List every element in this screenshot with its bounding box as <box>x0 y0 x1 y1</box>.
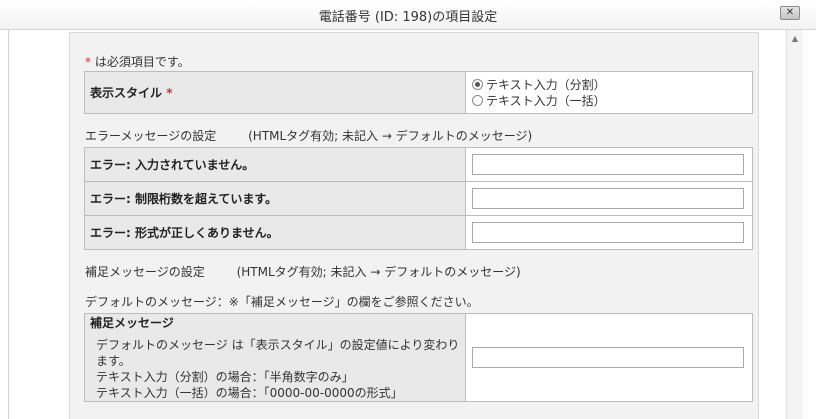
error-section-title: エラーメッセージの設定 <box>85 129 217 143</box>
display-style-label: 表示スタイル * <box>84 71 466 114</box>
supplement-message-input[interactable] <box>472 347 744 368</box>
required-mark: * <box>85 55 91 69</box>
radio-unselected-icon[interactable] <box>472 95 483 106</box>
required-mark: * <box>166 86 173 100</box>
supplement-section-note: (HTMLタグ有効; 未記入 → デフォルトのメッセージ) <box>236 265 521 279</box>
supplement-label-cell: 補足メッセージ デフォルトのメッセージ は「表示スタイル」の設定値により変わりま… <box>84 313 466 402</box>
error-section-heading: エラーメッセージの設定 (HTMLタグ有効; 未記入 → デフォルトのメッセージ… <box>85 127 532 144</box>
error-label-format: エラー: 形式が正しくありません。 <box>84 215 466 250</box>
radio-selected-icon[interactable] <box>472 79 483 90</box>
dialog-content: * は必須項目です。 表示スタイル * テキスト入力（分割） テキスト入力（一括… <box>8 30 803 419</box>
supplement-section-title: 補足メッセージの設定 <box>85 265 205 279</box>
scroll-up-icon[interactable]: ▲ <box>787 32 803 46</box>
required-note: * は必須項目です。 <box>85 53 190 70</box>
required-note-text: は必須項目です。 <box>94 55 190 69</box>
error-required-input[interactable] <box>472 154 744 175</box>
error-format-input[interactable] <box>472 222 744 243</box>
dialog-titlebar: 電話番号 (ID: 198)の項目設定 ✕ <box>0 0 816 30</box>
error-label-required: エラー: 入力されていません。 <box>84 147 466 182</box>
error-row-maxlength: エラー: 制限桁数を超えています。 <box>84 181 753 216</box>
radio-option-split[interactable]: テキスト入力（分割） <box>472 77 746 93</box>
supplement-description-line: デフォルトのメッセージ は「表示スタイル」の設定値により変わります。 <box>96 338 460 368</box>
supplement-default-note: デフォルトのメッセージ：※「補足メッセージ」の欄をご参照ください。 <box>85 295 479 309</box>
close-button[interactable]: ✕ <box>780 6 800 20</box>
close-icon: ✕ <box>785 7 795 18</box>
radio-label-split: テキスト入力（分割） <box>486 78 606 92</box>
error-section-note: (HTMLタグ有効; 未記入 → デフォルトのメッセージ) <box>248 129 533 143</box>
display-style-table: 表示スタイル * テキスト入力（分割） テキスト入力（一括） <box>84 71 753 114</box>
radio-option-bulk[interactable]: テキスト入力（一括） <box>472 93 746 109</box>
error-message-table: エラー: 入力されていません。 エラー: 制限桁数を超えています。 エラー: 形… <box>84 147 753 250</box>
display-style-options: テキスト入力（分割） テキスト入力（一括） <box>465 71 753 114</box>
error-maxlength-input[interactable] <box>472 188 744 209</box>
supplement-table: 補足メッセージ デフォルトのメッセージ は「表示スタイル」の設定値により変わりま… <box>84 313 753 402</box>
settings-panel: * は必須項目です。 表示スタイル * テキスト入力（分割） テキスト入力（一括… <box>69 32 759 419</box>
dialog-title: 電話番号 (ID: 198)の項目設定 <box>318 10 498 25</box>
vertical-scrollbar[interactable]: ▲ <box>786 30 803 419</box>
supplement-description-line: テキスト入力（一括）の場合：「0000-00-0000の形式」 <box>96 386 403 400</box>
error-row-required: エラー: 入力されていません。 <box>84 147 753 182</box>
supplement-field-label: 補足メッセージ <box>90 316 174 330</box>
error-row-format: エラー: 形式が正しくありません。 <box>84 215 753 250</box>
radio-label-bulk: テキスト入力（一括） <box>486 94 606 108</box>
supplement-section-heading: 補足メッセージの設定 (HTMLタグ有効; 未記入 → デフォルトのメッセージ) <box>85 263 521 280</box>
error-label-maxlength: エラー: 制限桁数を超えています。 <box>84 181 466 216</box>
supplement-row: 補足メッセージ デフォルトのメッセージ は「表示スタイル」の設定値により変わりま… <box>84 313 753 402</box>
supplement-description-line: テキスト入力（分割）の場合：「半角数字のみ」 <box>96 370 354 384</box>
